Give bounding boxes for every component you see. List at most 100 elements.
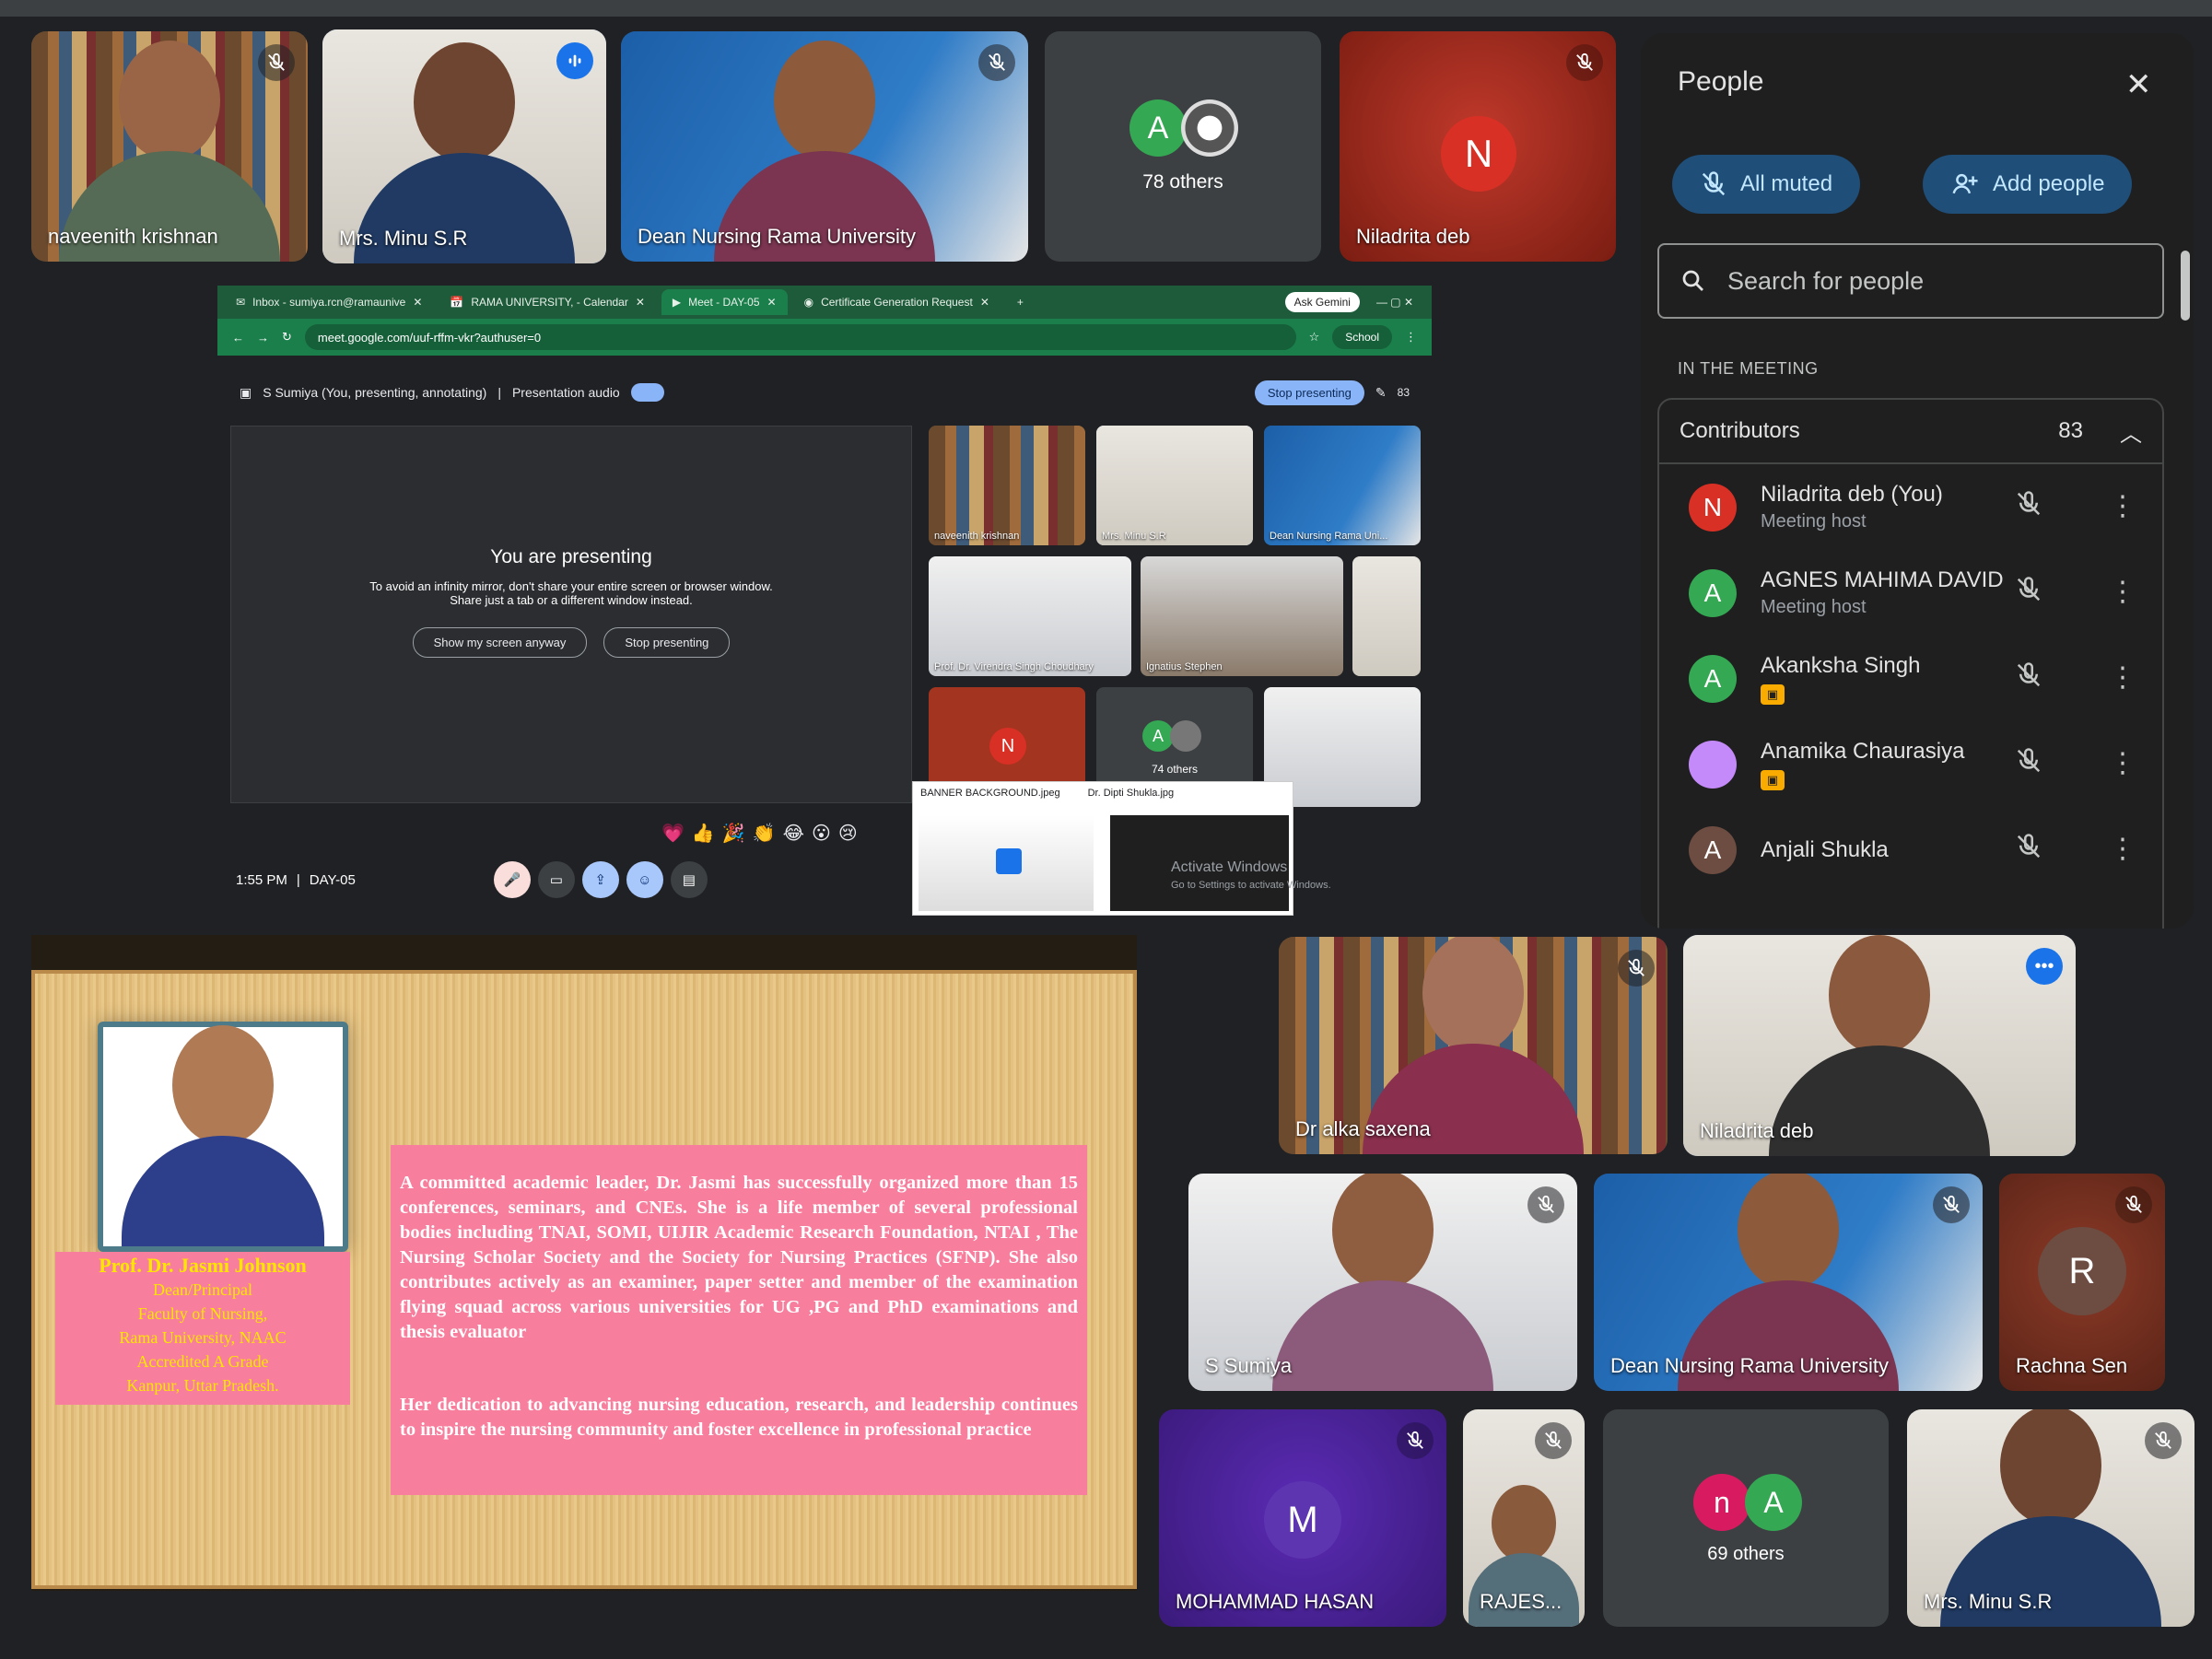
bio-paragraph: A committed academic leader, Dr. Jasmi h… (400, 1173, 1078, 1342)
avatar: M (1264, 1481, 1341, 1559)
all-muted-button[interactable]: All muted (1672, 155, 1861, 214)
participant-name: Anamika Chaurasiya (1761, 738, 1965, 764)
browser-tab-active[interactable]: ▶ Meet - DAY-05 ✕ (661, 289, 788, 315)
mini-participant-tile[interactable]: Ignatius Stephen (1141, 556, 1343, 676)
participant-name: Dr alka saxena (1295, 1117, 1431, 1140)
show-screen-anyway-button[interactable]: Show my screen anyway (412, 627, 588, 658)
close-icon[interactable]: ✕ (2125, 66, 2152, 103)
emoji-button[interactable]: ☺ (626, 861, 663, 898)
video-feed (929, 426, 1085, 545)
window-controls[interactable]: — ▢ ✕ (1365, 289, 1424, 315)
participant-row[interactable]: Anamika Chaurasiya ▣ ⋮ (1659, 721, 2162, 807)
all-muted-label: All muted (1740, 171, 1833, 196)
present-button[interactable]: ⇪ (581, 861, 619, 898)
stop-presenting-button[interactable]: Stop presenting (603, 627, 731, 658)
mic-off-icon (1618, 950, 1655, 987)
participant-tile[interactable]: Dr alka saxena (1279, 937, 1668, 1154)
participant-tile[interactable]: S Sumiya (1188, 1174, 1577, 1391)
participant-row[interactable]: A Anjali Shukla ⋮ (1659, 807, 2162, 893)
speaker-name-card: Prof. Dr. Jasmi Johnson Dean/Principal F… (55, 1252, 350, 1405)
search-input[interactable]: Search for people (1657, 243, 2164, 319)
mic-toggle-button[interactable]: 🎤 (493, 861, 531, 898)
participant-tile[interactable]: N Niladrita deb (1340, 31, 1616, 262)
participant-row[interactable]: N Niladrita deb (You) Meeting host ⋮ (1659, 464, 2162, 550)
presenting-message: You are presenting To avoid an infinity … (231, 546, 911, 658)
participant-tile[interactable]: M MOHAMMAD HASAN (1159, 1409, 1446, 1627)
new-tab-button[interactable]: + (1006, 289, 1035, 315)
more-options-icon[interactable]: ⋮ (2109, 490, 2136, 522)
participant-tile[interactable]: Mrs. Minu S.R (1907, 1409, 2194, 1627)
mic-off-icon[interactable] (2015, 747, 2042, 779)
more-options-icon[interactable]: ⋮ (2109, 661, 2136, 694)
participant-tile[interactable]: naveenith krishnan (31, 31, 308, 262)
bookmark-star-icon[interactable]: ☆ (1309, 330, 1320, 345)
more-options-icon[interactable]: ⋮ (2109, 833, 2136, 865)
mini-participant-tile[interactable] (1352, 556, 1421, 676)
mic-off-icon[interactable] (2015, 576, 2042, 608)
bio-card: A committed academic leader, Dr. Jasmi h… (391, 1145, 1087, 1495)
mic-off-icon[interactable] (2015, 490, 2042, 522)
video-feed (1264, 426, 1421, 545)
participant-video (1272, 1174, 1493, 1391)
participant-count: 83 (1397, 386, 1410, 399)
forward-icon[interactable]: → (257, 331, 269, 345)
mic-off-icon (978, 44, 1015, 81)
participant-tile[interactable]: R Rachna Sen (1999, 1174, 2165, 1391)
more-options-icon[interactable]: ••• (2026, 948, 2063, 985)
others-tile[interactable]: n A 69 others (1603, 1409, 1889, 1627)
speaking-indicator-icon (556, 42, 593, 79)
participant-tile[interactable]: ••• Niladrita deb (1683, 935, 2076, 1156)
participant-name: Anjali Shukla (1761, 836, 1889, 862)
others-count: 78 others (1142, 171, 1223, 193)
ask-gemini-button[interactable]: Ask Gemini (1284, 292, 1360, 312)
add-people-button[interactable]: Add people (1923, 155, 2133, 214)
stop-presenting-button[interactable]: Stop presenting (1254, 380, 1364, 405)
reactions-bar[interactable]: 💗👍🎉👏😂😮😢 (661, 822, 865, 845)
profile-chip[interactable]: School (1332, 325, 1392, 349)
audio-toggle[interactable] (630, 383, 664, 402)
speaker-title: Dean/Principal (153, 1280, 252, 1299)
chevron-up-icon[interactable]: ︿ (2120, 415, 2142, 448)
more-options-icon[interactable]: ⋮ (2109, 747, 2136, 779)
browser-tab[interactable]: ◉ Certificate Generation Request ✕ (793, 289, 1001, 315)
download-item[interactable]: Dr. Dipti Shukla.jpg (1088, 788, 1175, 799)
download-item[interactable]: BANNER BACKGROUND.jpeg (920, 788, 1060, 799)
speaker-title: Accredited A Grade (136, 1352, 269, 1371)
bio-paragraph: Her dedication to advancing nursing educ… (400, 1395, 1078, 1440)
download-preview (919, 815, 1094, 911)
mini-participant-tile[interactable]: Mrs. Minu S.R (1096, 426, 1253, 545)
mic-off-icon[interactable] (2015, 661, 2042, 694)
participant-name: Mrs. Minu S.R (339, 227, 468, 250)
others-tile[interactable]: A 78 others (1045, 31, 1321, 262)
search-icon (1682, 270, 1703, 291)
scrollbar[interactable] (2181, 251, 2190, 321)
warning-text: Share just a tab or a different window i… (450, 593, 693, 607)
browser-tab[interactable]: 📅 RAMA UNIVERSITY, - Calendar ✕ (439, 289, 656, 315)
clock: 1:55 PM (236, 871, 287, 888)
contributors-list: Contributors 83 ︿ N Niladrita deb (You) Me… (1657, 398, 2164, 929)
camera-toggle-button[interactable]: ▭ (537, 861, 575, 898)
participant-tile[interactable]: RAJES... (1463, 1409, 1585, 1627)
mic-off-icon[interactable] (2015, 833, 2042, 865)
participant-tile[interactable]: Dean Nursing Rama University (621, 31, 1028, 262)
browser-tab[interactable]: ✉ Inbox - sumiya.rcn@ramaunive ✕ (225, 289, 433, 315)
more-options-icon[interactable]: ⋮ (2109, 576, 2136, 608)
contributors-count: 83 (2058, 418, 2083, 443)
avatar: A (1689, 568, 1737, 617)
back-icon[interactable]: ← (232, 331, 244, 345)
participant-tile[interactable]: Dean Nursing Rama University (1594, 1174, 1983, 1391)
annotate-icon[interactable]: ✎ (1375, 385, 1387, 401)
captions-button[interactable]: ▤ (670, 861, 708, 898)
participant-row[interactable]: A AGNES MAHIMA DAVID Meeting host ⋮ (1659, 550, 2162, 636)
participant-row[interactable]: A Akanksha Singh ▣ ⋮ (1659, 636, 2162, 721)
address-bar[interactable]: meet.google.com/uuf-rffm-vkr?authuser=0 (304, 324, 1296, 350)
menu-icon[interactable]: ⋮ (1405, 330, 1417, 345)
mini-participant-tile[interactable]: Dean Nursing Rama Uni... (1264, 426, 1421, 545)
mini-participant-tile[interactable]: naveenith krishnan (929, 426, 1085, 545)
mini-participant-tile[interactable]: Prof. Dr. Virendra Singh Choudhary (929, 556, 1131, 676)
participant-tile[interactable]: Mrs. Minu S.R (322, 29, 606, 263)
reload-icon[interactable]: ↻ (282, 330, 292, 345)
contributors-header[interactable]: Contributors 83 ︿ (1659, 400, 2162, 464)
avatar: A (1142, 720, 1174, 752)
video-feed (1352, 556, 1421, 676)
